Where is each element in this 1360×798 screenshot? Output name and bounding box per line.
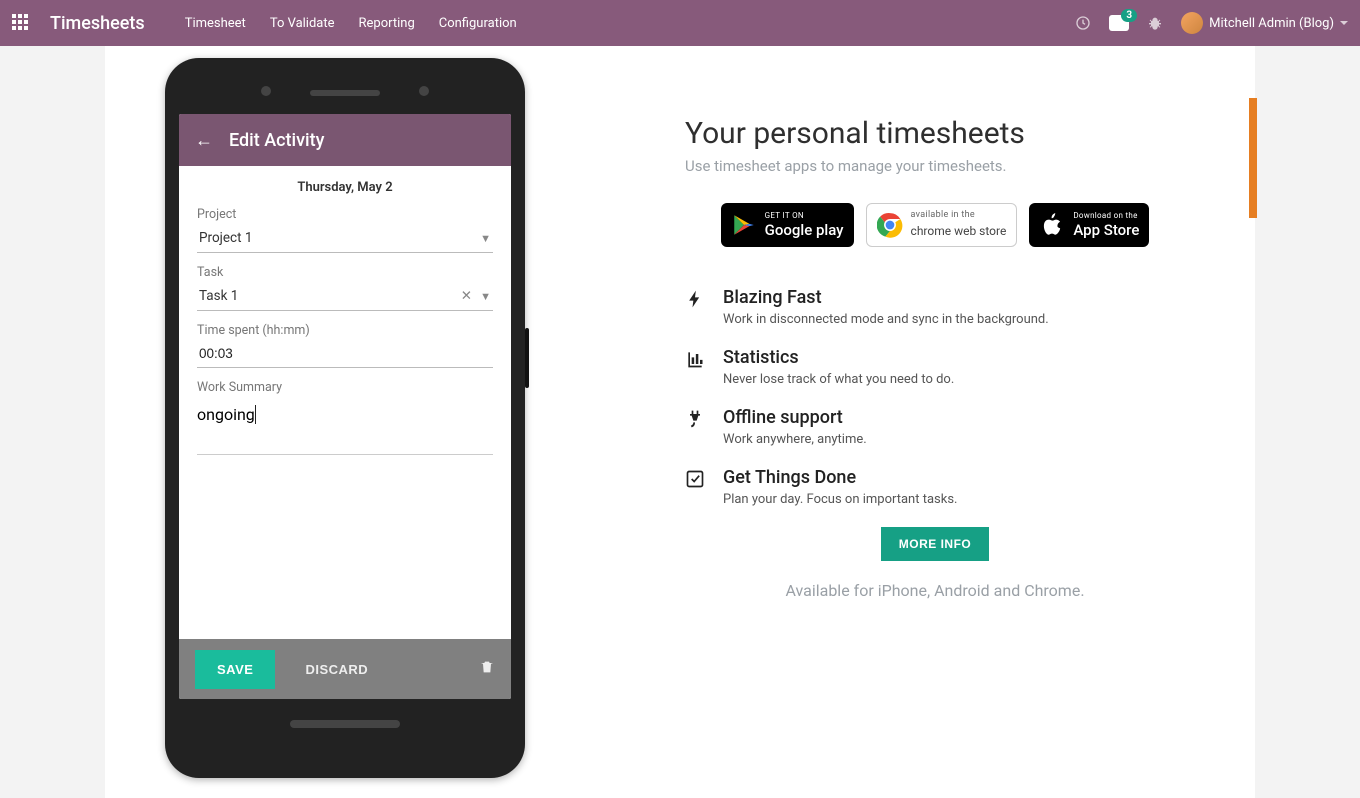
nav-timesheet[interactable]: Timesheet bbox=[185, 16, 246, 31]
nav-configuration[interactable]: Configuration bbox=[439, 16, 517, 31]
trash-icon[interactable] bbox=[479, 658, 495, 680]
summary-input[interactable]: ongoing bbox=[197, 405, 255, 424]
time-label: Time spent (hh:mm) bbox=[197, 323, 493, 338]
nav-menu: Timesheet To Validate Reporting Configur… bbox=[185, 16, 517, 31]
project-select[interactable]: Project 1 ▼ bbox=[197, 222, 493, 253]
button-bar: SAVE DISCARD bbox=[179, 639, 511, 699]
apple-icon bbox=[1039, 212, 1065, 238]
chevron-down-icon bbox=[1340, 21, 1348, 25]
nav-reporting[interactable]: Reporting bbox=[359, 16, 415, 31]
bolt-icon bbox=[685, 289, 705, 309]
task-label: Task bbox=[197, 265, 493, 280]
bug-icon[interactable] bbox=[1147, 15, 1163, 31]
app-header: ← Edit Activity bbox=[179, 114, 511, 166]
discard-button[interactable]: DISCARD bbox=[295, 650, 378, 689]
date-line: Thursday, May 2 bbox=[197, 180, 493, 195]
feature-offline: Offline supportWork anywhere, anytime. bbox=[685, 407, 1185, 447]
content-card: ← Edit Activity Thursday, May 2 Project … bbox=[105, 46, 1255, 798]
feature-blazing-fast: Blazing FastWork in disconnected mode an… bbox=[685, 287, 1185, 327]
avatar bbox=[1181, 12, 1203, 34]
project-label: Project bbox=[197, 207, 493, 222]
google-play-badge[interactable]: GET IT ONGoogle play bbox=[721, 203, 854, 247]
availability-text: Available for iPhone, Android and Chrome… bbox=[685, 581, 1185, 600]
back-arrow-icon[interactable]: ← bbox=[195, 130, 213, 151]
check-square-icon bbox=[685, 469, 705, 489]
app-store-badge[interactable]: Download on theApp Store bbox=[1029, 203, 1149, 247]
apps-icon[interactable] bbox=[12, 14, 30, 32]
top-navbar: Timesheets Timesheet To Validate Reporti… bbox=[0, 0, 1360, 46]
chevron-down-icon: ▼ bbox=[480, 232, 491, 245]
chart-icon bbox=[685, 349, 705, 369]
clock-icon[interactable] bbox=[1075, 15, 1091, 31]
project-value: Project 1 bbox=[199, 230, 252, 246]
feature-gtd: Get Things DonePlan your day. Focus on i… bbox=[685, 467, 1185, 507]
clear-icon[interactable]: ✕ bbox=[461, 288, 472, 304]
time-input[interactable] bbox=[197, 338, 493, 368]
save-button[interactable]: SAVE bbox=[195, 650, 275, 689]
chevron-down-icon: ▼ bbox=[480, 290, 491, 303]
messages-icon[interactable]: 3 bbox=[1109, 15, 1129, 31]
page-subtitle: Use timesheet apps to manage your timesh… bbox=[685, 157, 1185, 175]
more-info-button[interactable]: MORE INFO bbox=[881, 527, 990, 561]
task-value: Task 1 bbox=[199, 288, 238, 304]
chrome-store-badge[interactable]: available in thechrome web store bbox=[866, 203, 1018, 247]
phone-mockup: ← Edit Activity Thursday, May 2 Project … bbox=[165, 58, 525, 778]
summary-label: Work Summary bbox=[197, 380, 493, 395]
page-title: Your personal timesheets bbox=[685, 116, 1185, 151]
plug-icon bbox=[685, 409, 705, 429]
user-name: Mitchell Admin (Blog) bbox=[1209, 16, 1334, 31]
nav-to-validate[interactable]: To Validate bbox=[270, 16, 335, 31]
user-menu[interactable]: Mitchell Admin (Blog) bbox=[1181, 12, 1348, 34]
messages-badge: 3 bbox=[1121, 9, 1137, 22]
app-title: Edit Activity bbox=[229, 130, 324, 151]
feature-statistics: StatisticsNever lose track of what you n… bbox=[685, 347, 1185, 387]
google-play-icon bbox=[731, 212, 757, 238]
chrome-icon bbox=[877, 212, 903, 238]
app-brand[interactable]: Timesheets bbox=[50, 13, 145, 34]
task-select[interactable]: Task 1 ✕ ▼ bbox=[197, 280, 493, 311]
